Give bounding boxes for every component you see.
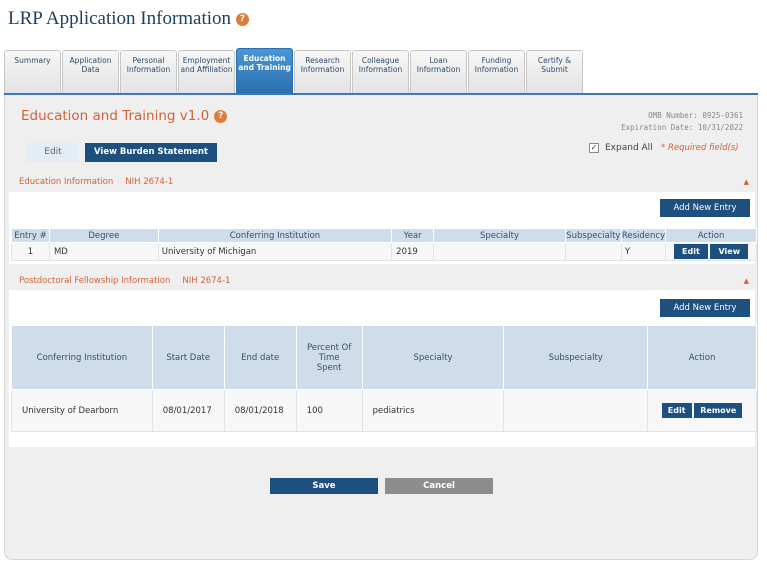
col-degree: Degree — [48, 228, 159, 243]
cell-residency: Y — [620, 242, 667, 261]
cell-percent-time: 100 — [295, 389, 363, 432]
col-end-date: End date — [223, 325, 297, 390]
content-panel: Education and Training v1.0 ? OMB Number… — [4, 95, 758, 560]
section-help-icon[interactable]: ? — [214, 109, 228, 123]
postdoc-heading: Postdoctoral Fellowship Information — [19, 276, 171, 286]
save-button[interactable]: Save — [270, 478, 378, 494]
expand-all-label: Expand All — [605, 143, 653, 153]
cell-start-date: 08/01/2017 — [151, 389, 225, 432]
tab-research-information[interactable]: Research Information — [294, 50, 351, 94]
tab-summary[interactable]: Summary — [4, 50, 61, 94]
cell-end-date: 08/01/2018 — [223, 389, 297, 432]
page-title-text: LRP Application Information — [8, 8, 232, 29]
cell-subspecialty — [503, 389, 649, 432]
col-year: Year — [391, 228, 435, 243]
education-subheader[interactable]: Education Information NIH 2674-1 ▲ — [9, 174, 755, 190]
col-subspecialty: Subspecialty — [564, 228, 622, 243]
cell-entry: 1 — [11, 242, 50, 261]
collapse-icon[interactable]: ▲ — [744, 174, 749, 190]
tab-education-training[interactable]: Education and Training — [236, 48, 293, 94]
table-row: 1 MD University of Michigan 2019 Y Edit … — [11, 242, 757, 261]
postdoc-table: Conferring Institution Start Date End da… — [11, 325, 757, 432]
edit-row-button[interactable]: Edit — [674, 244, 708, 259]
tab-application-data[interactable]: Application Data — [62, 50, 119, 94]
education-table: Entry # Degree Conferring Institution Ye… — [11, 228, 757, 261]
section-title: Education and Training v1.0 ? — [21, 108, 228, 124]
postdoc-form-number: NIH 2674-1 — [182, 276, 231, 286]
view-row-button[interactable]: View — [710, 244, 749, 259]
tab-certify-submit[interactable]: Certify & Submit — [526, 50, 583, 94]
col-institution: Conferring Institution — [11, 325, 153, 390]
add-postdoc-entry-button[interactable]: Add New Entry — [660, 299, 750, 317]
col-start-date: Start Date — [151, 325, 225, 390]
col-specialty: Specialty — [361, 325, 505, 390]
edit-button[interactable]: Edit — [27, 143, 79, 162]
cell-specialty — [433, 242, 566, 261]
cell-action: Edit View — [665, 242, 757, 261]
tab-bar: Summary Application Data Personal Inform… — [4, 48, 584, 94]
education-form-number: NIH 2674-1 — [125, 177, 174, 187]
edit-row-button[interactable]: Edit — [661, 403, 692, 418]
expiration-date: Expiration Date: 10/31/2022 — [621, 123, 743, 132]
tab-employment-affiliation[interactable]: Employment and Affiliation — [178, 50, 235, 94]
tab-funding-information[interactable]: Funding Information — [468, 50, 525, 94]
postdoc-subheader[interactable]: Postdoctoral Fellowship Information NIH … — [9, 273, 755, 289]
col-percent-time: Percent Of Time Spent — [295, 325, 363, 390]
page-title: LRP Application Information ? — [8, 8, 250, 30]
add-education-entry-button[interactable]: Add New Entry — [660, 199, 750, 217]
col-subspecialty: Subspecialty — [503, 325, 649, 390]
cell-year: 2019 — [391, 242, 435, 261]
col-action: Action — [665, 228, 757, 243]
section-title-text: Education and Training v1.0 — [21, 108, 210, 124]
cell-subspecialty — [564, 242, 622, 261]
remove-row-button[interactable]: Remove — [694, 403, 743, 418]
cell-specialty: pediatrics — [361, 389, 505, 432]
col-specialty: Specialty — [433, 228, 566, 243]
education-heading: Education Information — [19, 177, 114, 187]
help-icon[interactable]: ? — [236, 12, 250, 26]
tab-personal-information[interactable]: Personal Information — [120, 50, 177, 94]
cell-action: Edit Remove — [647, 389, 757, 432]
table-row: University of Dearborn 08/01/2017 08/01/… — [11, 389, 757, 432]
col-action: Action — [647, 325, 757, 390]
omb-info: OMB Number: 0925-0361 Expiration Date: 1… — [621, 110, 743, 134]
tab-colleague-information[interactable]: Colleague Information — [352, 50, 409, 94]
omb-number: OMB Number: 0925-0361 — [648, 111, 743, 120]
required-fields-note: * Required field(s) — [661, 143, 739, 153]
col-residency: Residency — [620, 228, 667, 243]
cancel-button[interactable]: Cancel — [385, 478, 493, 494]
expand-all-toggle[interactable]: ✓ Expand All — [589, 143, 653, 153]
expand-all-checkbox[interactable]: ✓ — [589, 143, 599, 153]
col-entry: Entry # — [11, 228, 50, 243]
tab-loan-information[interactable]: Loan Information — [410, 50, 467, 94]
col-institution: Conferring Institution — [157, 228, 393, 243]
view-burden-statement-button[interactable]: View Burden Statement — [85, 143, 217, 162]
cell-institution: University of Michigan — [157, 242, 393, 261]
cell-degree: MD — [48, 242, 159, 261]
cell-institution: University of Dearborn — [11, 389, 153, 432]
collapse-icon[interactable]: ▲ — [744, 273, 749, 289]
